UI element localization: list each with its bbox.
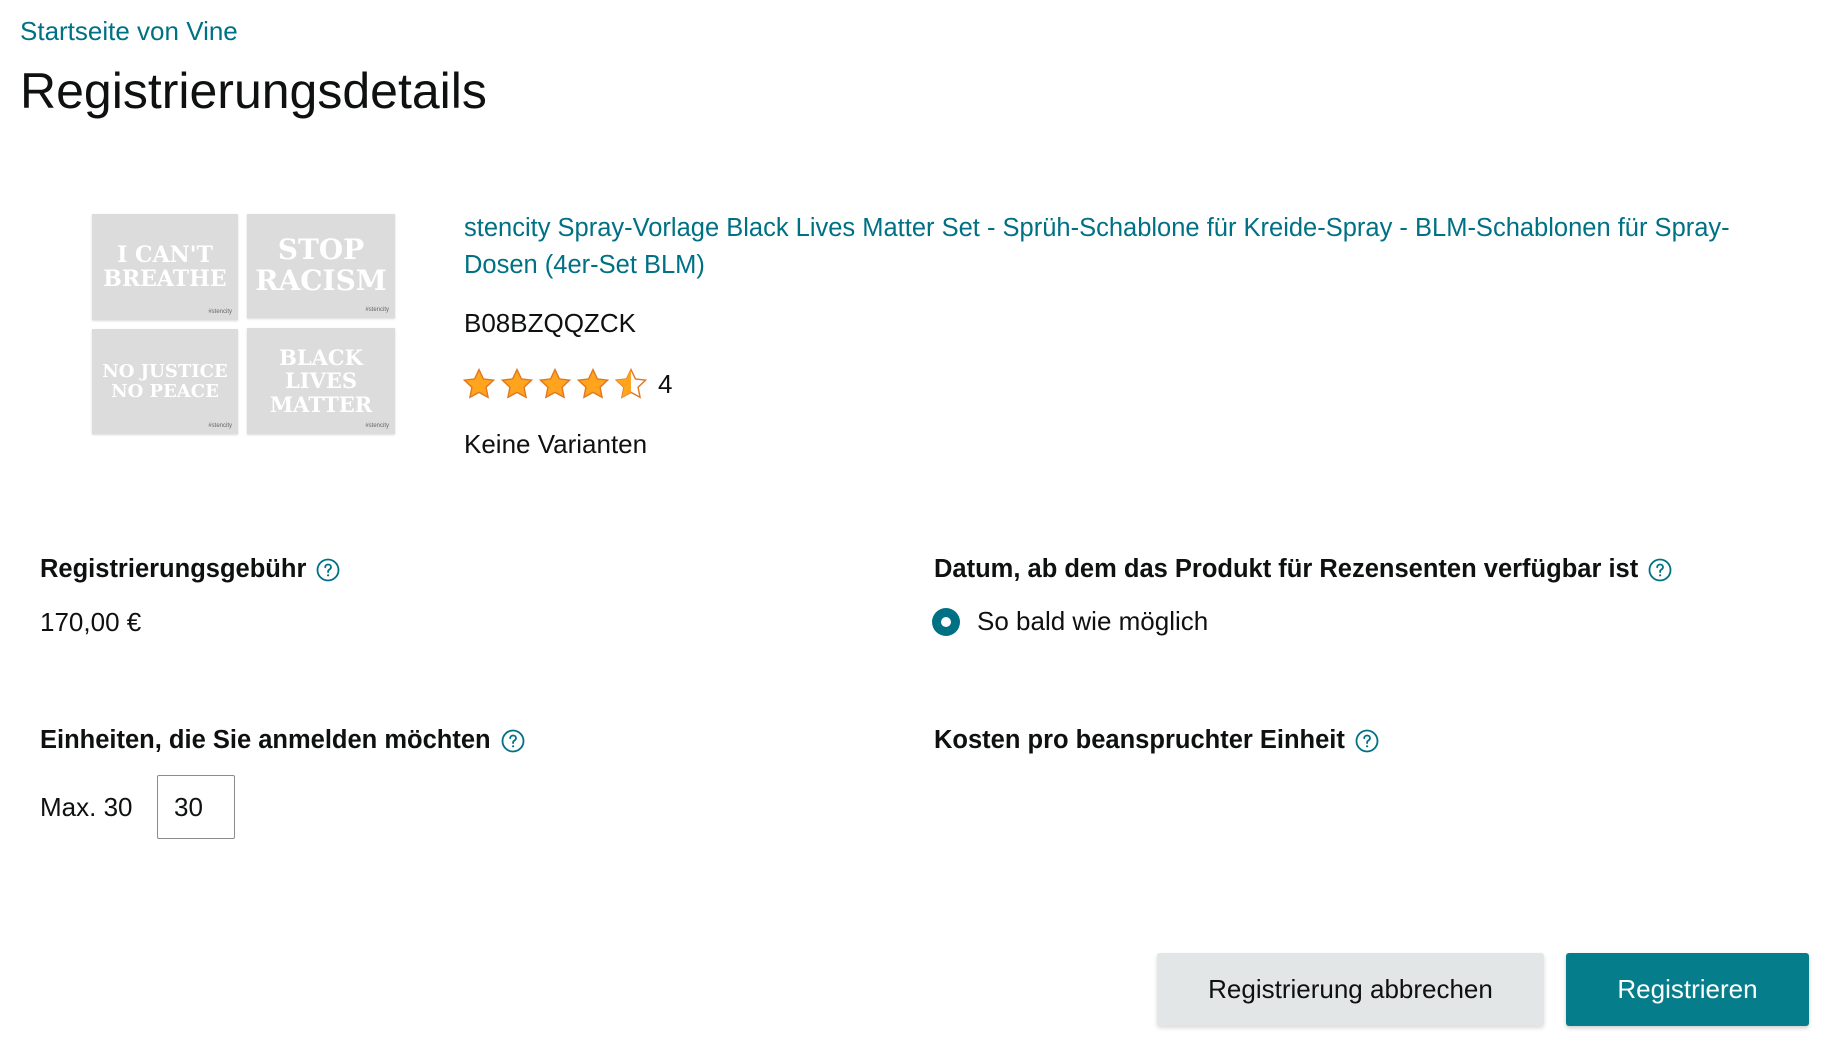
availability-asap-radio[interactable]: So bald wie möglich [932,606,1208,637]
breadcrumb-vine-home[interactable]: Startseite von Vine [20,16,238,47]
registration-fee-value: 170,00 € [40,607,142,637]
register-button[interactable]: Registrieren [1566,953,1809,1026]
cancel-registration-button[interactable]: Registrierung abbrechen [1157,953,1544,1026]
stencil-text-line: LIVES [284,368,358,394]
availability-asap-label[interactable]: So bald wie möglich [977,606,1208,637]
help-icon[interactable] [1648,558,1672,582]
stencil-mark: #stencity [365,423,389,430]
star-half-icon [614,367,648,399]
product-rating[interactable]: 4 [462,366,672,402]
availability-date-label: Datum, ab dem das Produkt für Rezensente… [934,555,1672,584]
stencil-text-line: RACISM [255,264,387,297]
stencil-text-line: NO PEACE [111,380,219,402]
help-icon[interactable] [501,729,525,753]
availability-date-label-text: Datum, ab dem das Produkt für Rezensente… [934,555,1639,583]
radio-selected-icon[interactable] [932,607,960,636]
registration-fee-label-text: Registrierungsgebühr [40,555,307,583]
units-input[interactable] [157,775,235,839]
stencil-text-line: MATTER [269,391,373,417]
cost-per-unit-label-text: Kosten pro beanspruchter Einheit [934,726,1345,754]
stencil-i-cant-breathe: I CAN'T BREATHE #stencity [92,214,238,320]
stencil-text-line: BREATHE [103,266,227,292]
registration-fee-label: Registrierungsgebühr [40,555,340,584]
stencil-stop-racism: STOP RACISM #stencity [247,214,395,318]
rating-count: 4 [658,368,673,399]
star-full-icon [462,367,496,399]
product-asin: B08BZQQZCK [464,308,636,338]
cost-per-unit-label: Kosten pro beanspruchter Einheit [934,726,1379,755]
units-label: Einheiten, die Sie anmelden möchten [40,726,525,755]
stencil-mark: #stencity [365,307,389,314]
page-title: Registrierungsdetails [20,63,487,119]
help-icon[interactable] [1355,729,1379,753]
star-full-icon [576,367,610,399]
units-label-text: Einheiten, die Sie anmelden möchten [40,726,491,754]
stencil-mark: #stencity [208,423,232,430]
stencil-text-line: BLACK [279,345,363,371]
help-icon[interactable] [316,558,340,582]
stencil-text-line: STOP [277,233,365,267]
star-full-icon [538,367,572,399]
star-full-icon [500,367,534,399]
stencil-text-line: NO JUSTICE [102,360,228,382]
product-variants: Keine Varianten [464,429,648,459]
stencil-no-justice-no-peace: NO JUSTICE NO PEACE #stencity [92,329,238,434]
product-title-link[interactable]: stencity Spray-Vorlage Black Lives Matte… [464,210,1784,284]
product-image[interactable]: I CAN'T BREATHE #stencity STOP RACISM #ste… [92,214,395,436]
units-max-label: Max. 30 [40,792,133,822]
stencil-text-line: I CAN'T [117,241,213,268]
stencil-black-lives-matter: BLACK LIVES MATTER #stencity [247,328,395,434]
stencil-mark: #stencity [208,309,232,316]
